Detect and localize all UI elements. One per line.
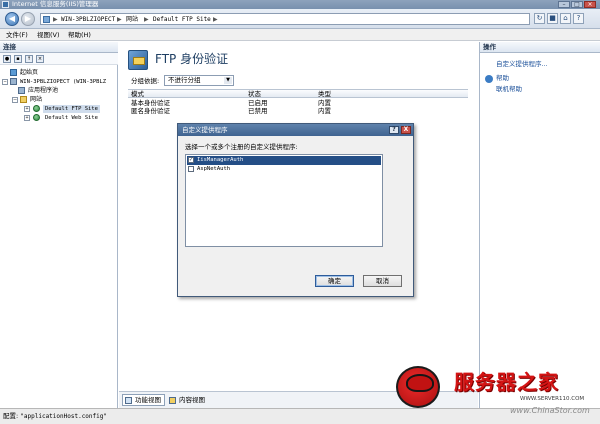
minimize-button[interactable]: – [558, 1, 570, 8]
action-help-link[interactable]: 帮助 [496, 74, 509, 83]
actions-header: 操作 [480, 42, 600, 53]
column-header-type[interactable]: 类型 [318, 90, 331, 98]
ok-button[interactable]: 确定 [315, 275, 354, 287]
home-icon [10, 69, 17, 76]
connections-toolbar: ● ▪ ↑ × [0, 53, 118, 65]
close-window-button[interactable]: × [584, 1, 596, 8]
table-row[interactable]: 基本身份验证 已启用 内置 [128, 99, 468, 107]
page-title: FTP 身份验证 [155, 52, 229, 66]
menu-file[interactable]: 文件(F) [6, 29, 28, 41]
crumb-server[interactable]: WIN-3PBLZIOPECT [61, 14, 115, 25]
folder-icon [20, 96, 27, 103]
help-icon[interactable]: ? [573, 13, 584, 24]
grid-header: 模式 状态 类型 [128, 89, 468, 98]
stop-icon[interactable]: ■ [547, 13, 558, 24]
cancel-button[interactable]: 取消 [363, 275, 402, 287]
crumb-separator-icon: ▶ [53, 16, 58, 23]
window-title: Internet 信息服务(IIS)管理器 [12, 0, 99, 8]
back-button[interactable]: ◀ [5, 12, 19, 26]
ftp-authentication-icon [128, 50, 148, 70]
menu-help[interactable]: 帮助(H) [68, 29, 91, 41]
menu-view[interactable]: 视图(V) [37, 29, 60, 41]
status-text: 配置: "applicationHost.config" [3, 411, 107, 422]
menu-bar: 文件(F) 视图(V) 帮助(H) [0, 29, 600, 41]
expand-icon[interactable]: + [24, 115, 30, 121]
save-icon[interactable]: ▪ [14, 55, 22, 63]
address-bar[interactable]: ▶ WIN-3PBLZIOPECT ▶ 网站 ▶ Default FTP Sit… [40, 13, 530, 25]
crumb-separator-icon: ▶ [144, 16, 149, 23]
table-row[interactable]: 匿名身份验证 已禁用 内置 [128, 107, 468, 115]
window-titlebar: Internet 信息服务(IIS)管理器 – □ × [0, 0, 600, 9]
maximize-button[interactable]: □ [571, 1, 583, 8]
status-label: 配置: [3, 412, 19, 420]
provider-item-aspnetauth[interactable]: AspNetAuth [187, 165, 381, 174]
provider-checkbox-checked[interactable]: ✓ [188, 157, 194, 163]
app-pool-icon [18, 87, 25, 94]
globe-icon [33, 114, 40, 121]
connections-header: 连接 [0, 42, 118, 53]
tab-content-view[interactable]: 内容视图 [166, 394, 209, 406]
watermark-name: 服务器之家 [454, 370, 559, 394]
dialog-help-button[interactable]: ? [389, 126, 399, 134]
address-row: ◀ ▶ ▶ WIN-3PBLZIOPECT ▶ 网站 ▶ Default FTP… [0, 9, 600, 29]
connect-icon[interactable]: ● [3, 55, 11, 63]
connections-pane: 连接 ● ▪ ↑ × 起始页 − WIN-3PBLZIOPECT (WIN-3P… [0, 42, 118, 408]
actions-pane: 操作 自定义提供程序... 帮助 联机帮助 [479, 42, 600, 408]
address-site-icon [43, 16, 50, 23]
chevron-down-icon: ▼ [224, 77, 232, 84]
provider-list[interactable]: ✓ IisManagerAuth AspNetAuth [185, 154, 383, 247]
content-view-icon [169, 397, 176, 404]
group-by-select[interactable]: 不进行分组 ▼ [164, 75, 234, 86]
action-online-help-link[interactable]: 联机帮助 [496, 85, 522, 94]
column-header-mode[interactable]: 模式 [131, 90, 144, 98]
watermark-url-secondary: www.ChinaStor.com [510, 406, 590, 415]
collapse-icon[interactable]: − [12, 97, 18, 103]
delete-connection-icon[interactable]: × [36, 55, 44, 63]
dialog-titlebar: 自定义提供程序 ? X [178, 124, 413, 136]
expand-icon[interactable]: + [24, 106, 30, 112]
globe-icon [33, 105, 40, 112]
forward-button[interactable]: ▶ [21, 12, 35, 26]
iis-app-icon [2, 1, 9, 8]
status-config-file: "applicationHost.config" [20, 413, 107, 420]
home-icon[interactable]: ⌂ [560, 13, 571, 24]
up-level-icon[interactable]: ↑ [25, 55, 33, 63]
provider-checkbox[interactable] [188, 166, 194, 172]
collapse-icon[interactable]: − [2, 79, 8, 85]
dialog-title: 自定义提供程序 [182, 126, 228, 134]
features-view-icon [125, 397, 132, 404]
watermark-url: WWW.SERVER110.COM [520, 396, 585, 402]
column-header-status[interactable]: 状态 [248, 90, 261, 98]
group-by-label: 分组依据: [131, 77, 160, 85]
crumb-sites[interactable]: 网站 [126, 14, 138, 25]
dialog-close-button[interactable]: X [401, 126, 411, 134]
group-by-value: 不进行分组 [168, 76, 201, 84]
crumb-ftp-site[interactable]: Default FTP Site [153, 14, 211, 25]
server-icon [10, 78, 17, 85]
action-custom-providers-link[interactable]: 自定义提供程序... [496, 60, 548, 69]
crumb-separator-icon: ▶ [117, 16, 122, 23]
watermark-logo-icon [396, 366, 440, 408]
help-icon [485, 75, 493, 83]
tab-features-view[interactable]: 功能视图 [122, 394, 165, 406]
custom-providers-dialog: 自定义提供程序 ? X 选择一个或多个注册的自定义提供程序: ✓ IisMana… [177, 123, 414, 297]
refresh-icon[interactable]: ↻ [534, 13, 545, 24]
provider-item-iismanagerauth[interactable]: ✓ IisManagerAuth [187, 156, 381, 165]
crumb-separator-icon: ▶ [213, 16, 218, 23]
dialog-instruction: 选择一个或多个注册的自定义提供程序: [185, 143, 298, 151]
